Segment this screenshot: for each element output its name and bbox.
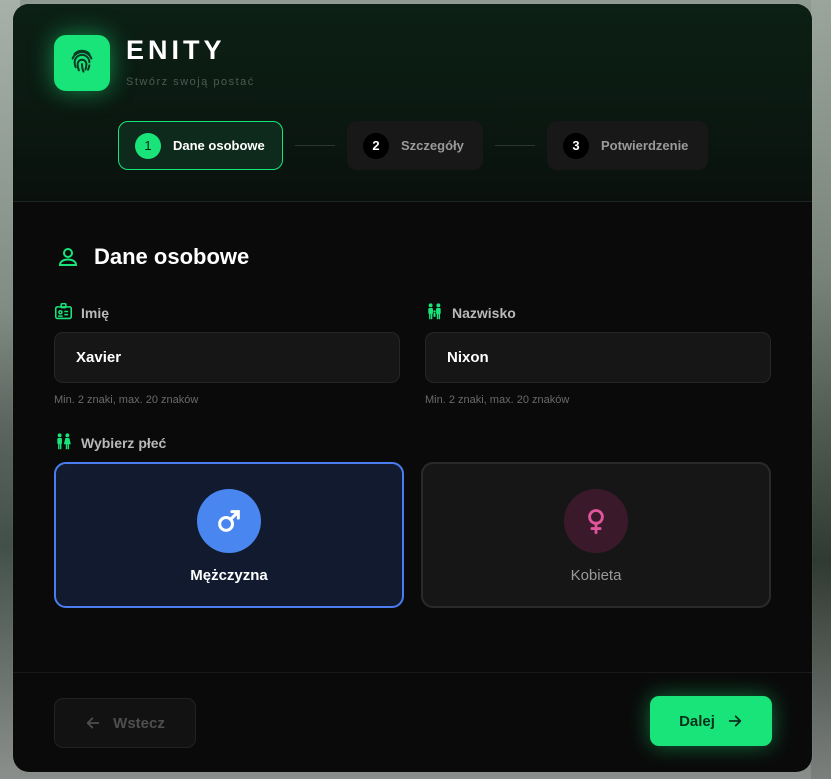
step-number: 3 <box>563 132 589 159</box>
logo <box>54 35 110 91</box>
first-name-input[interactable]: Xavier <box>54 332 400 383</box>
gender-option-female[interactable]: Kobieta <box>421 462 771 608</box>
user-icon <box>56 245 80 274</box>
gender-label-female: Kobieta <box>570 567 622 584</box>
last-name-input[interactable]: Nixon <box>425 332 771 383</box>
back-button[interactable]: Wstecz <box>54 698 196 748</box>
step-connector <box>295 145 335 146</box>
step-label: Potwierdzenie <box>601 138 689 153</box>
footer-divider <box>13 672 812 673</box>
last-name-label: Nazwisko <box>425 303 516 323</box>
gender-option-male[interactable]: Mężczyzna <box>54 462 404 608</box>
step-szczegoly[interactable]: 2 Szczegóły <box>347 121 483 170</box>
arrow-left-icon <box>85 715 101 731</box>
next-button[interactable]: Dalej <box>650 696 772 746</box>
brand-subtitle: Stwórz swoją postać <box>126 76 255 88</box>
gender-label-male: Mężczyzna <box>190 567 268 584</box>
step-number: 1 <box>135 132 161 159</box>
step-connector <box>495 145 535 146</box>
brand-title: ENITY <box>126 35 226 65</box>
character-creator-modal: ENITY Stwórz swoją postać 1 Dane osobowe… <box>13 4 812 772</box>
arrow-right-icon <box>727 713 743 729</box>
background-right <box>811 0 831 779</box>
step-number: 2 <box>363 132 389 159</box>
male-icon <box>197 489 261 553</box>
step-dane-osobowe[interactable]: 1 Dane osobowe <box>118 121 283 170</box>
fingerprint-icon <box>67 46 97 81</box>
step-potwierdzenie[interactable]: 3 Potwierdzenie <box>547 121 708 170</box>
first-name-hint: Min. 2 znaki, max. 20 znaków <box>54 394 199 406</box>
step-label: Dane osobowe <box>173 138 265 153</box>
first-name-label: Imię <box>54 303 109 323</box>
gender-label: Wybierz płeć <box>54 433 166 453</box>
family-icon <box>425 303 452 323</box>
step-label: Szczegóły <box>401 138 464 153</box>
last-name-hint: Min. 2 znaki, max. 20 znaków <box>425 394 570 406</box>
id-card-icon <box>54 303 81 323</box>
female-icon <box>564 489 628 553</box>
restroom-icon <box>54 433 81 453</box>
modal-header: ENITY Stwórz swoją postać 1 Dane osobowe… <box>13 4 812 202</box>
section-title: Dane osobowe <box>94 244 250 269</box>
